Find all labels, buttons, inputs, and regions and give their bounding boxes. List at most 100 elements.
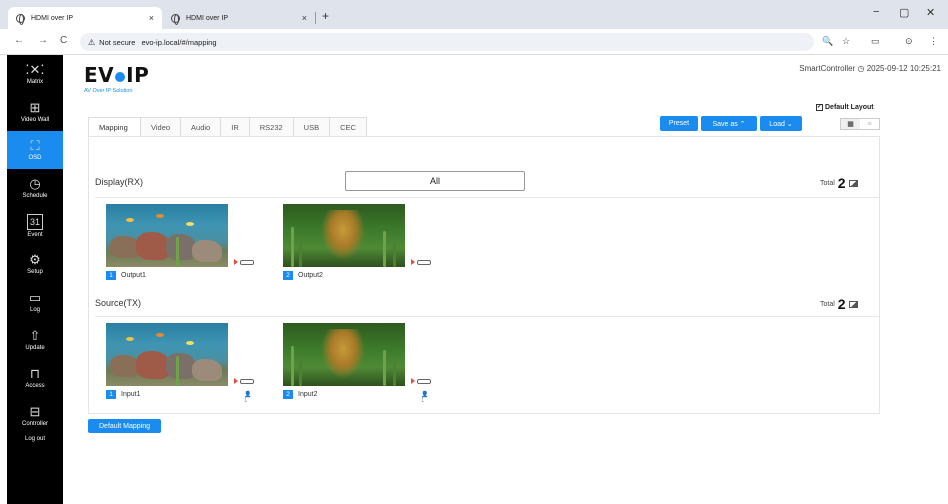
save-as-button[interactable]: Save as ⌃ (701, 116, 757, 131)
default-layout-checkbox[interactable]: ✓ Default Layout (816, 104, 874, 111)
new-tab-button[interactable]: + (322, 9, 329, 23)
video-thumbnail[interactable] (106, 204, 228, 267)
browser-tab-inactive[interactable]: HDMI over IP × (163, 7, 315, 29)
star-icon[interactable]: ☆ (842, 36, 850, 47)
preset-button[interactable]: Preset (660, 116, 698, 131)
user-count: 👤1 (244, 391, 251, 404)
url-text[interactable]: evo-ip.local/#/mapping (141, 38, 216, 47)
tab-mapping[interactable]: Mapping (88, 117, 140, 137)
tab-rs232[interactable]: RS232 (248, 117, 293, 137)
not-secure-label[interactable]: Not secure (99, 38, 135, 47)
sidebar-item-label: Schedule (22, 193, 48, 199)
sidebar-item-setup[interactable]: ⚙ Setup (7, 245, 63, 283)
reload-button[interactable]: C (60, 35, 67, 46)
restore-button[interactable]: ▢ (899, 6, 909, 19)
globe-icon (16, 13, 25, 25)
display-filter-select[interactable]: All (345, 171, 525, 191)
sidebar-item-label: Access (25, 383, 45, 389)
sidebar-item-matrix[interactable]: ⁚✕⁚ Matrix (7, 55, 63, 93)
display-card[interactable]: 2 Output2 (283, 204, 431, 292)
user-count-value: 1 (244, 398, 248, 404)
close-window-button[interactable]: ✕ (926, 6, 935, 19)
video-thumbnail[interactable] (283, 204, 405, 267)
gear-icon: ⚙ (29, 252, 41, 267)
index-badge: 2 (283, 271, 293, 280)
source-card[interactable]: 2 Input2 👤1 (283, 323, 431, 411)
hdmi-port (234, 378, 254, 384)
default-layout-label: Default Layout (825, 104, 874, 111)
list-view-icon[interactable]: ≡ (860, 119, 879, 129)
total-label: Total (820, 300, 835, 308)
source-total: Total 2 (820, 296, 858, 312)
image-icon[interactable] (848, 179, 858, 187)
browser-tab-active[interactable]: HDMI over IP × (8, 7, 162, 29)
sidebar-item-video-wall[interactable]: ⊞ Video Wall (7, 93, 63, 131)
output-name: Output2 (298, 272, 323, 279)
reader-icon[interactable]: ▭ (871, 36, 880, 47)
hdmi-plug-icon (240, 378, 254, 384)
video-thumbnail[interactable] (283, 323, 405, 386)
sidebar-item-label: OSD (28, 155, 42, 161)
sidebar-item-label: Matrix (26, 79, 44, 85)
zoom-icon[interactable]: 🔍 (822, 36, 833, 47)
close-tab-icon[interactable]: × (302, 13, 307, 23)
default-mapping-button[interactable]: Default Mapping (88, 419, 161, 433)
sidebar-item-log[interactable]: ▭ Log (7, 283, 63, 321)
menu-icon[interactable]: ⋮ (929, 36, 938, 47)
tab-ir[interactable]: IR (220, 117, 249, 137)
address-bar-row: ← → C ⚠ Not secure evo-ip.local/#/mappin… (0, 29, 948, 55)
source-section-title: Source(TX) (95, 298, 142, 308)
video-wall-icon: ⊞ (29, 100, 41, 115)
minimize-button[interactable]: − (873, 6, 879, 18)
arrow-icon (234, 378, 238, 384)
mapping-tabs: Mapping Video Audio IR RS232 USB CEC (88, 117, 367, 137)
divider (95, 197, 879, 198)
sidebar: ⁚✕⁚ Matrix ⊞ Video Wall ⛶ OSD ◷ Schedule… (7, 55, 63, 504)
forward-button[interactable]: → (38, 35, 48, 46)
sidebar-item-update[interactable]: ⇧ Update (7, 321, 63, 359)
logo-tagline: AV Over IP Solution (84, 88, 133, 94)
user-count: 👤1 (421, 391, 428, 404)
folder-icon: ▭ (28, 290, 42, 305)
tab-audio[interactable]: Audio (180, 117, 221, 137)
sidebar-item-access[interactable]: ⊓ Access (7, 359, 63, 397)
input-name: Input2 (298, 391, 318, 398)
tab-video[interactable]: Video (140, 117, 181, 137)
controller-status: SmartController ◷ 2025-09-12 10:25:21 (799, 64, 941, 73)
card-label: 2 Input2 (283, 390, 317, 399)
tab-cec[interactable]: CEC (329, 117, 367, 137)
grid-view-icon[interactable]: ▦ (841, 119, 860, 129)
checkbox-icon[interactable]: ✓ (816, 104, 823, 111)
sidebar-item-label: Log out (24, 436, 46, 442)
sidebar-item-osd[interactable]: ⛶ OSD (7, 131, 63, 169)
datetime: 2025-09-12 10:25:21 (866, 64, 941, 73)
display-card[interactable]: 1 Output1 (106, 204, 254, 292)
profile-icon[interactable]: ⊙ (905, 36, 913, 47)
hdmi-plug-icon (240, 259, 254, 265)
index-badge: 2 (283, 390, 293, 399)
logo-text-part: EV (84, 63, 115, 87)
input-name: Input1 (121, 391, 141, 398)
total-count: 2 (837, 175, 846, 191)
divider (95, 316, 879, 317)
globe-icon (171, 13, 180, 25)
close-tab-icon[interactable]: × (149, 13, 154, 23)
back-button[interactable]: ← (14, 35, 24, 46)
url-bar[interactable]: ⚠ Not secure evo-ip.local/#/mapping (80, 33, 814, 51)
load-button[interactable]: Load ⌄ (760, 116, 802, 131)
video-thumbnail[interactable] (106, 323, 228, 386)
sidebar-item-event[interactable]: 31 Event (7, 207, 63, 245)
output-name: Output1 (121, 272, 146, 279)
sidebar-item-schedule[interactable]: ◷ Schedule (7, 169, 63, 207)
total-count: 2 (837, 296, 846, 312)
index-badge: 1 (106, 271, 116, 280)
arrow-icon (411, 378, 415, 384)
image-icon[interactable] (848, 300, 858, 308)
warning-icon: ⚠ (88, 37, 96, 47)
user-count-value: 1 (421, 398, 425, 404)
matrix-icon: ⁚✕⁚ (25, 62, 45, 77)
total-label: Total (820, 179, 835, 187)
sidebar-item-logout[interactable]: Log out (7, 427, 63, 449)
source-card[interactable]: 1 Input1 👤1 (106, 323, 254, 411)
tab-usb[interactable]: USB (292, 117, 330, 137)
